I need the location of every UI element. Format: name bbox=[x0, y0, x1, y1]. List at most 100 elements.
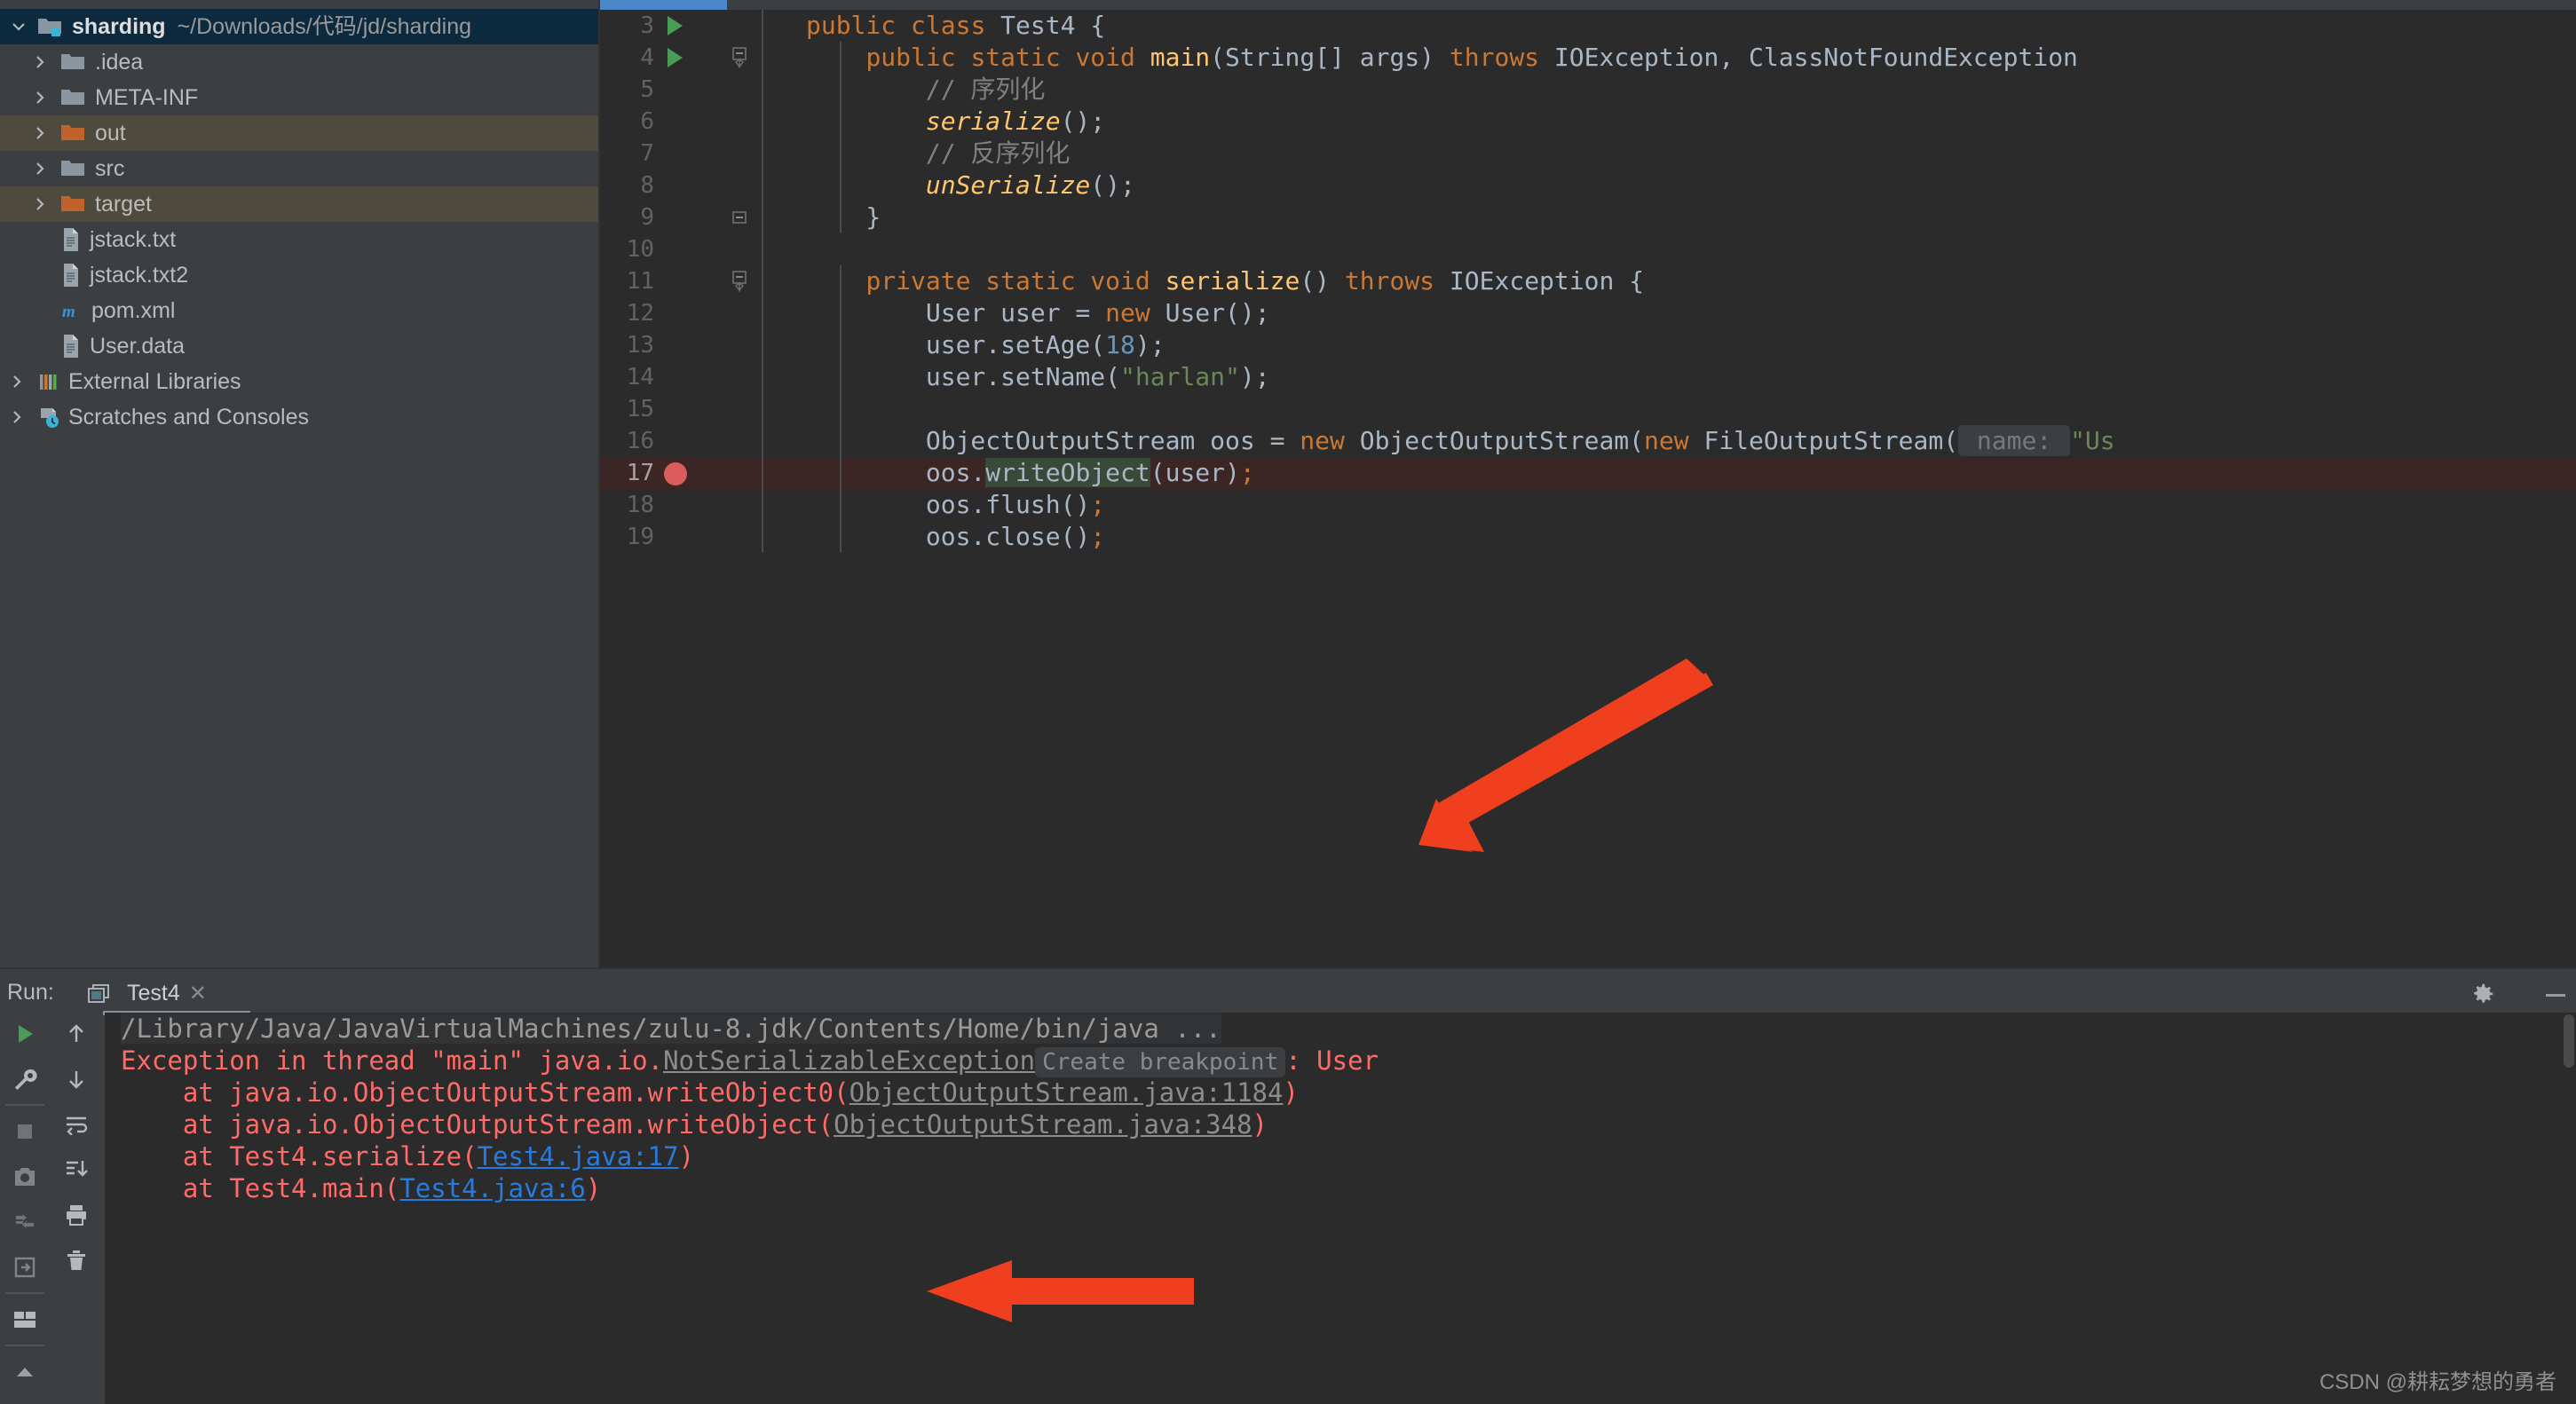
code-line-text[interactable]: // 序列化 bbox=[806, 74, 1046, 106]
line-number-7[interactable]: 7 bbox=[600, 138, 762, 170]
chevron-right-icon[interactable] bbox=[5, 399, 28, 435]
code-line-text[interactable]: user.setName("harlan"); bbox=[806, 361, 1270, 393]
chevron-right-icon[interactable] bbox=[5, 364, 28, 399]
console-segment[interactable]: Test4.java:17 bbox=[478, 1141, 679, 1171]
console-output[interactable]: /Library/Java/JavaVirtualMachines/zulu-8… bbox=[105, 1013, 2576, 1404]
code-line-text[interactable]: oos.close(); bbox=[806, 521, 1105, 553]
run-gutter-icon[interactable] bbox=[668, 48, 683, 67]
code-line-text[interactable]: oos.flush(); bbox=[806, 489, 1105, 521]
console-scrollbar[interactable] bbox=[2562, 1013, 2576, 1404]
tree-item-target[interactable]: target bbox=[0, 186, 600, 222]
run-toolbar-left[interactable] bbox=[0, 1011, 50, 1404]
console-line[interactable]: at java.io.ObjectOutputStream.writeObjec… bbox=[105, 1077, 2576, 1108]
code-line-15[interactable]: 15 bbox=[600, 393, 2576, 425]
code-line-19[interactable]: 19 oos.close(); bbox=[600, 521, 2576, 553]
code-line-text[interactable]: ObjectOutputStream oos = new ObjectOutpu… bbox=[806, 425, 2115, 457]
line-number-16[interactable]: 16 bbox=[600, 425, 762, 457]
code-line-text[interactable]: // 反序列化 bbox=[806, 138, 1071, 170]
code-line-text[interactable]: private static void serialize() throws I… bbox=[806, 265, 1644, 297]
line-number-18[interactable]: 18 bbox=[600, 489, 762, 521]
code-editor[interactable]: 3 public class Test4 {4 public static voi… bbox=[600, 0, 2576, 967]
fold-collapse-icon[interactable] bbox=[727, 269, 752, 296]
console-line[interactable]: Exception in thread "main" java.io.NotSe… bbox=[105, 1045, 2576, 1077]
run-tab-test4[interactable]: Test4 ✕ bbox=[87, 974, 207, 1013]
project-root-row[interactable]: sharding ~/Downloads/代码/jd/sharding bbox=[0, 9, 600, 44]
breakpoint-icon[interactable] bbox=[664, 462, 687, 485]
run-toolbar-right[interactable] bbox=[51, 1011, 103, 1404]
chevron-right-icon[interactable] bbox=[28, 44, 51, 80]
wrench-icon[interactable] bbox=[0, 1056, 50, 1101]
project-tree-panel[interactable]: sharding ~/Downloads/代码/jd/sharding .ide… bbox=[0, 0, 600, 967]
code-line-text[interactable]: } bbox=[806, 201, 881, 233]
code-line-8[interactable]: 8 unSerialize(); bbox=[600, 170, 2576, 201]
line-number-13[interactable]: 13 bbox=[600, 329, 762, 361]
code-line-7[interactable]: 7 // 反序列化 bbox=[600, 138, 2576, 170]
tree-item-idea[interactable]: .idea bbox=[0, 44, 600, 80]
code-line-text[interactable]: user.setAge(18); bbox=[806, 329, 1166, 361]
line-number-5[interactable]: 5 bbox=[600, 74, 762, 106]
line-number-10[interactable]: 10 bbox=[600, 233, 762, 265]
code-line-17[interactable]: 17 oos.writeObject(user); bbox=[600, 457, 2576, 489]
scroll-to-end-icon[interactable] bbox=[51, 1147, 101, 1192]
tree-item-out[interactable]: out bbox=[0, 115, 600, 151]
arrow-up-icon[interactable] bbox=[51, 1011, 101, 1056]
tree-item-user-data[interactable]: User.data bbox=[0, 328, 600, 364]
code-line-13[interactable]: 13 user.setAge(18); bbox=[600, 329, 2576, 361]
soft-wrap-icon[interactable] bbox=[51, 1101, 101, 1147]
code-line-14[interactable]: 14 user.setName("harlan"); bbox=[600, 361, 2576, 393]
code-line-text[interactable]: public static void main(String[] args) t… bbox=[806, 42, 2077, 74]
exit-icon[interactable] bbox=[0, 1244, 50, 1290]
console-line[interactable]: at Test4.serialize(Test4.java:17) bbox=[105, 1140, 2576, 1172]
code-line-text[interactable]: public class Test4 { bbox=[806, 10, 1105, 42]
collapse-icon[interactable] bbox=[0, 1349, 50, 1394]
code-line-11[interactable]: 11 private static void serialize() throw… bbox=[600, 265, 2576, 297]
console-segment[interactable]: ObjectOutputStream.java:348 bbox=[834, 1109, 1252, 1140]
chevron-right-icon[interactable] bbox=[28, 186, 51, 222]
chevron-right-icon[interactable] bbox=[28, 115, 51, 151]
code-line-9[interactable]: 9 } bbox=[600, 201, 2576, 233]
project-tree-items[interactable]: .idea META-INF out src target jstack.txt jstac… bbox=[0, 44, 600, 435]
fold-end-icon[interactable] bbox=[727, 205, 752, 232]
tree-item-jstack-txt[interactable]: jstack.txt bbox=[0, 222, 600, 257]
code-line-10[interactable]: 10 bbox=[600, 233, 2576, 265]
code-line-16[interactable]: 16 ObjectOutputStream oos = new ObjectOu… bbox=[600, 425, 2576, 457]
trash-icon[interactable] bbox=[51, 1237, 101, 1282]
camera-icon[interactable] bbox=[0, 1154, 50, 1199]
fold-collapse-icon[interactable] bbox=[727, 45, 752, 72]
code-line-text[interactable]: unSerialize(); bbox=[806, 170, 1135, 201]
line-number-12[interactable]: 12 bbox=[600, 297, 762, 329]
chevron-right-icon[interactable] bbox=[28, 151, 51, 186]
code-line-3[interactable]: 3 public class Test4 { bbox=[600, 10, 2576, 42]
code-line-5[interactable]: 5 // 序列化 bbox=[600, 74, 2576, 106]
console-segment[interactable]: NotSerializableException bbox=[663, 1045, 1035, 1076]
print-icon[interactable] bbox=[51, 1192, 101, 1237]
line-number-8[interactable]: 8 bbox=[600, 170, 762, 201]
run-gutter-icon[interactable] bbox=[668, 16, 683, 35]
console-segment[interactable]: Test4.java:6 bbox=[399, 1173, 586, 1203]
tree-item-scratches-and-consoles[interactable]: Scratches and Consoles bbox=[0, 399, 600, 435]
stop-icon[interactable] bbox=[0, 1108, 50, 1154]
code-lines[interactable]: 3 public class Test4 {4 public static voi… bbox=[600, 10, 2576, 967]
tree-item-src[interactable]: src bbox=[0, 151, 600, 186]
line-number-6[interactable]: 6 bbox=[600, 106, 762, 138]
code-line-text[interactable]: serialize(); bbox=[806, 106, 1105, 138]
tree-item-external-libraries[interactable]: External Libraries bbox=[0, 364, 600, 399]
run-icon[interactable] bbox=[0, 1011, 50, 1056]
layout-icon[interactable] bbox=[0, 1297, 50, 1342]
console-line[interactable]: at Test4.main(Test4.java:6) bbox=[105, 1172, 2576, 1204]
line-number-14[interactable]: 14 bbox=[600, 361, 762, 393]
console-line[interactable]: /Library/Java/JavaVirtualMachines/zulu-8… bbox=[105, 1013, 2576, 1045]
line-number-15[interactable]: 15 bbox=[600, 393, 762, 425]
close-icon[interactable]: ✕ bbox=[189, 981, 207, 1006]
tree-item-meta-inf[interactable]: META-INF bbox=[0, 80, 600, 115]
line-number-19[interactable]: 19 bbox=[600, 521, 762, 553]
code-line-12[interactable]: 12 User user = new User(); bbox=[600, 297, 2576, 329]
console-line[interactable]: at java.io.ObjectOutputStream.writeObjec… bbox=[105, 1108, 2576, 1140]
chevron-down-icon[interactable] bbox=[7, 9, 30, 44]
run-tool-window[interactable]: Run: Test4 ✕ /Library/Java/JavaVirtualMa… bbox=[0, 967, 2576, 1404]
console-segment[interactable]: ObjectOutputStream.java:1184 bbox=[849, 1077, 1284, 1108]
restart-icon[interactable] bbox=[0, 1199, 50, 1244]
code-line-18[interactable]: 18 oos.flush(); bbox=[600, 489, 2576, 521]
tree-item-pom-xml[interactable]: m pom.xml bbox=[0, 293, 600, 328]
code-line-text[interactable]: oos.writeObject(user); bbox=[806, 457, 1255, 489]
